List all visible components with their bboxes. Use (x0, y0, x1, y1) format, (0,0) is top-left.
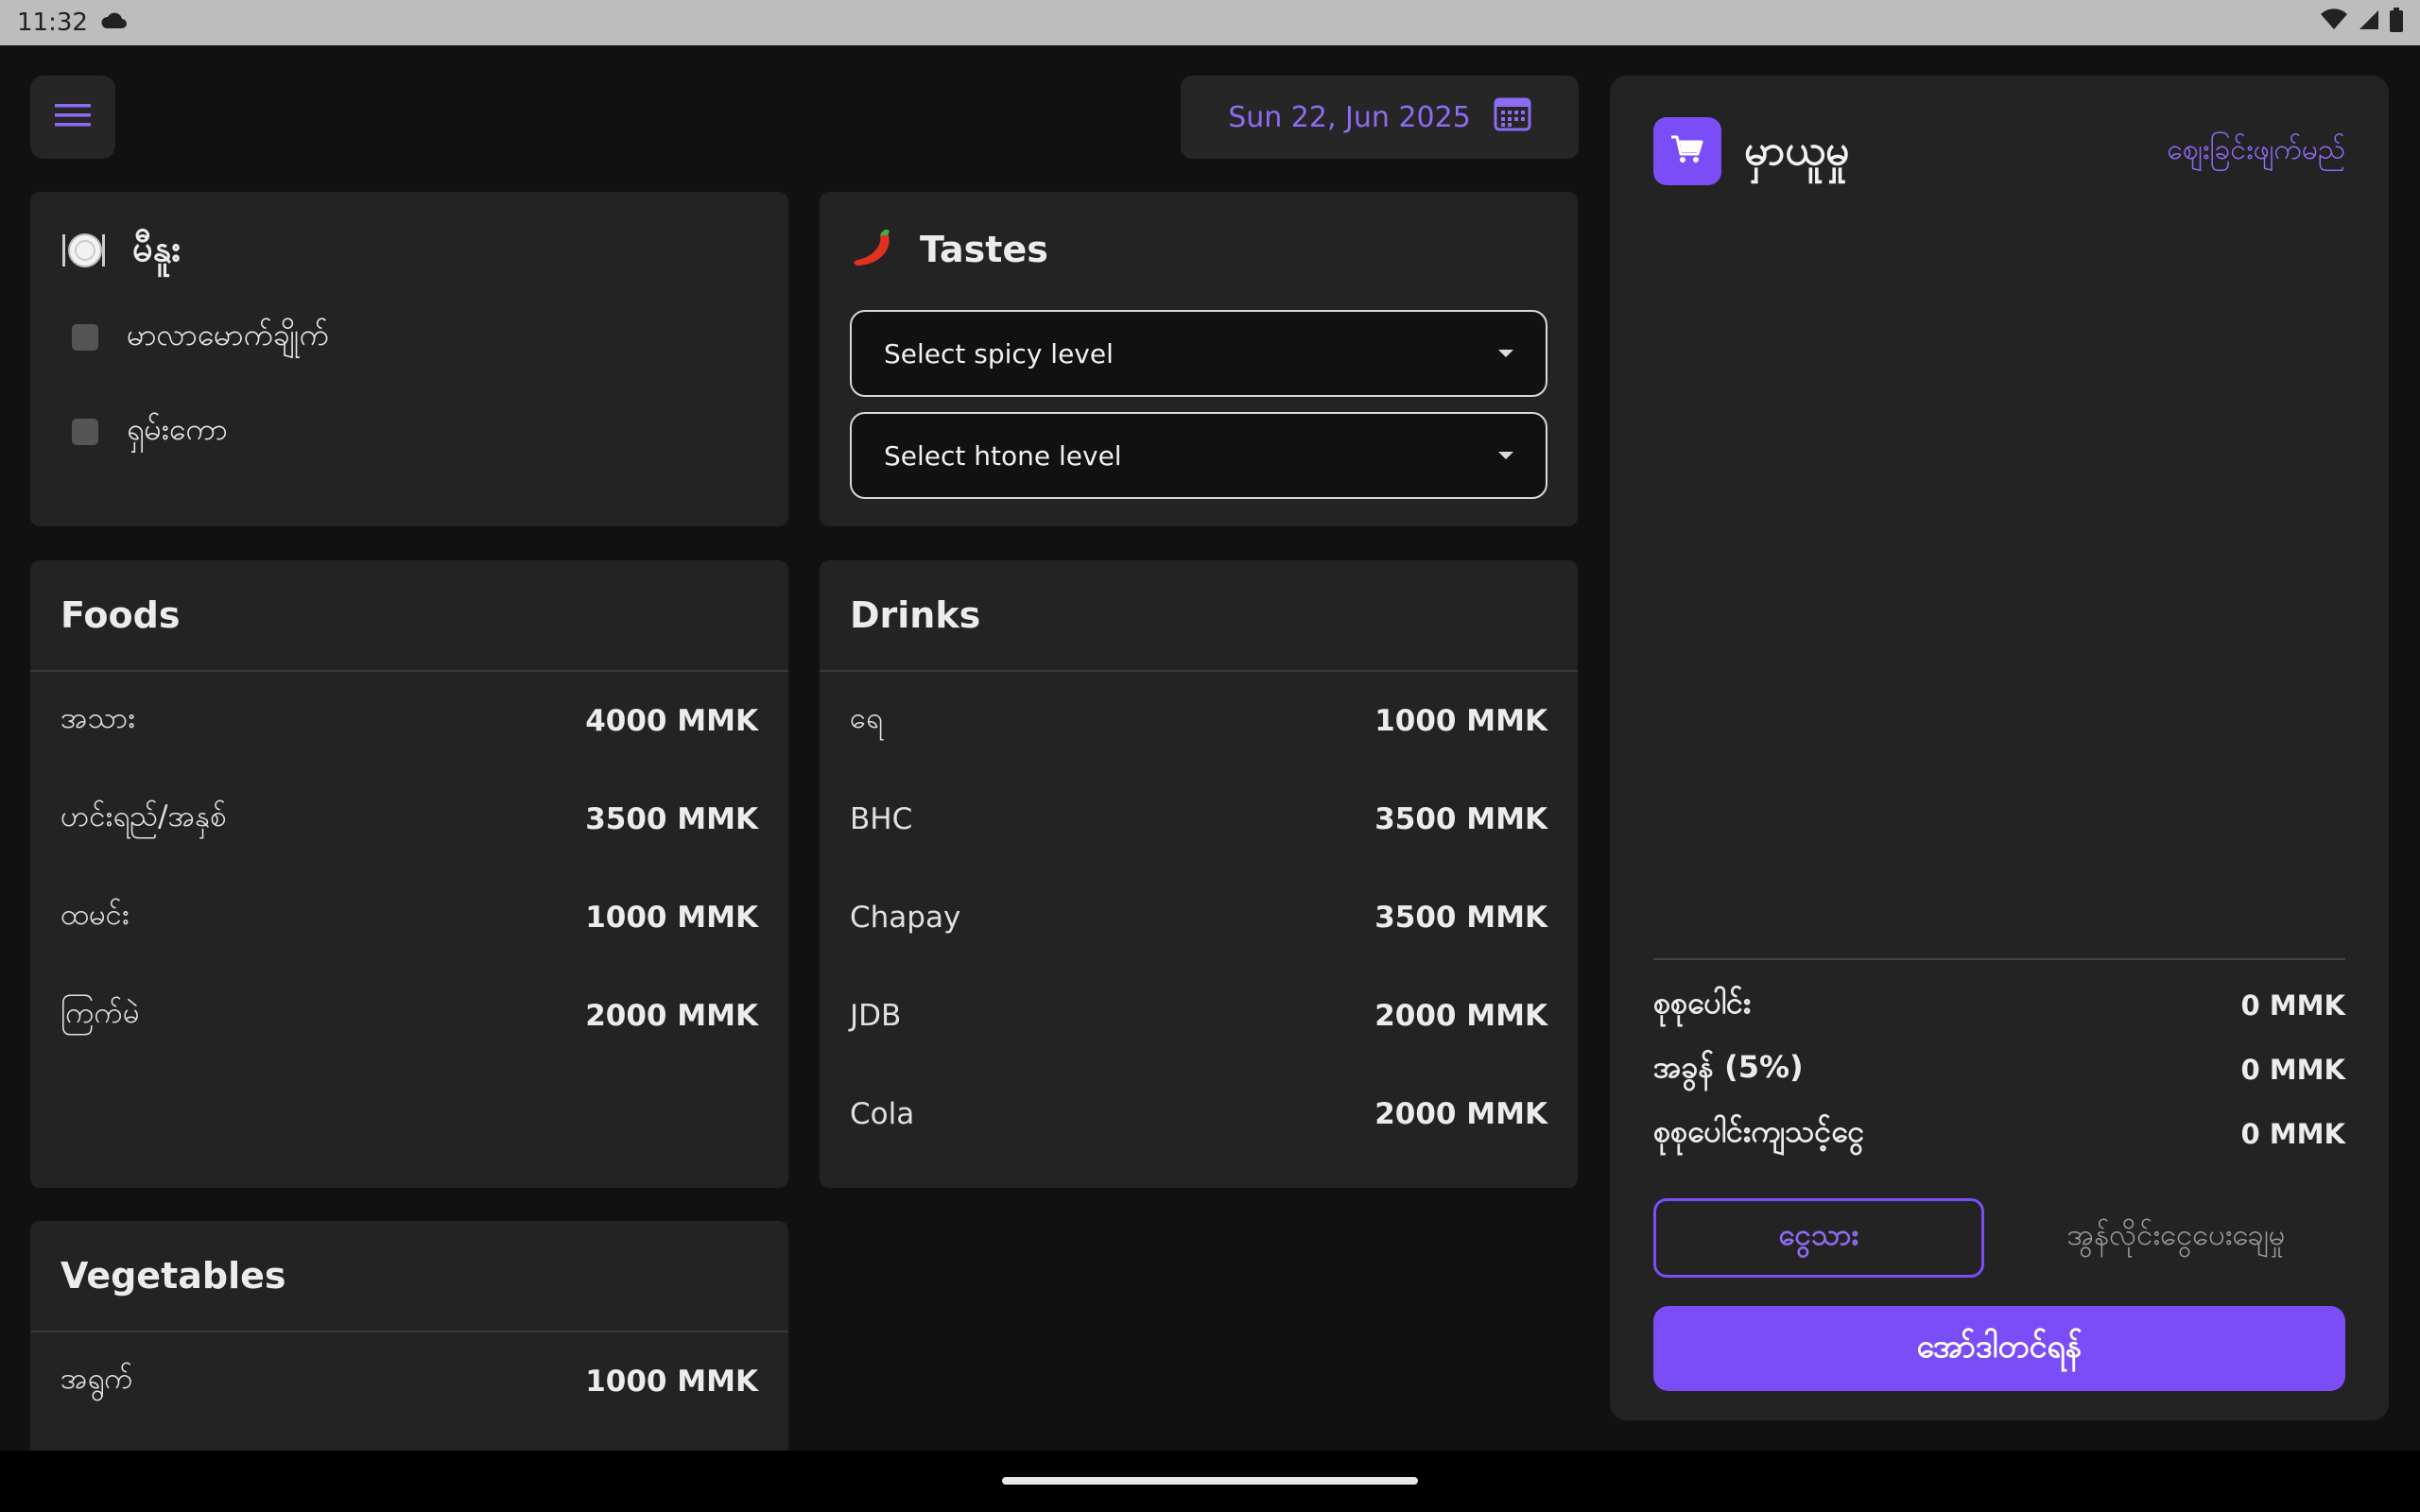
pay-online-tab[interactable]: အွန်လိုင်းငွေပေးချေမှု (2007, 1198, 2345, 1278)
item-price: 3500 MMK (585, 802, 758, 836)
subtotal-value: 0 MMK (2240, 989, 2345, 1022)
signal-icon (2358, 9, 2380, 38)
pay-cash-tab[interactable]: ငွေသား (1653, 1198, 1984, 1278)
item-price: 2000 MMK (1374, 999, 1547, 1033)
total-row: စုစုပေါင်းကျသင့်ငွေ 0 MMK (1653, 1111, 2345, 1157)
item-price: 2000 MMK (585, 999, 758, 1033)
item-name: Chapay (850, 901, 961, 935)
item-price: 3500 MMK (1374, 901, 1547, 935)
item-name: ကြက်မဲ (60, 996, 140, 1030)
battery-icon (2390, 7, 2403, 39)
list-item[interactable]: အသား 4000 MMK (30, 672, 788, 770)
home-gesture-handle[interactable] (1002, 1477, 1418, 1485)
clear-cart-button[interactable]: ဈေးခြင်းဖျက်မည် (2167, 130, 2345, 173)
plate-icon (60, 231, 106, 274)
item-price: 2000 MMK (1374, 1097, 1547, 1131)
cart-icon (1669, 133, 1705, 169)
main-dish-title: မီနူး (132, 228, 181, 269)
cart-title: မှာယူမှု (1744, 127, 1850, 175)
htone-level-select[interactable]: Select htone level (850, 412, 1547, 499)
status-time: 11:32 (17, 9, 88, 37)
tax-label: အခွန် (5%) (1653, 1049, 1804, 1085)
date-label: Sun 22, Jun 2025 (1228, 100, 1471, 134)
list-item[interactable]: ကြက်မဲ 2000 MMK (30, 967, 788, 1065)
list-item[interactable]: ဟင်းရည်/အနှစ် 3500 MMK (30, 770, 788, 868)
cart-panel: မှာယူမှု ဈေးခြင်းဖျက်မည် စုစုပေါင်း 0 MM… (1610, 76, 2389, 1420)
list-item[interactable]: Chapay 3500 MMK (820, 868, 1578, 967)
checkbox[interactable] (72, 419, 98, 445)
subtotal-label: စုစုပေါင်း (1653, 985, 1752, 1021)
spicy-level-placeholder: Select spicy level (884, 337, 1114, 369)
list-item[interactable]: BHC 3500 MMK (820, 770, 1578, 868)
checkbox[interactable] (72, 324, 98, 351)
item-price: 1000 MMK (585, 901, 758, 935)
divider (1653, 958, 2345, 960)
foods-title: Foods (60, 594, 181, 636)
list-item[interactable]: JDB 2000 MMK (820, 967, 1578, 1065)
option-label: မာလာမောက်ချိုက် (127, 317, 329, 352)
tastes-card: Tastes Select spicy level Select htone l… (820, 192, 1578, 526)
item-price: 1000 MMK (585, 1365, 758, 1399)
item-name: JDB (850, 999, 902, 1033)
option-label: ရှမ်းကော (127, 411, 228, 447)
dropdown-caret-icon (1498, 350, 1513, 357)
vegetables-title: Vegetables (60, 1255, 286, 1297)
calendar-icon (1494, 95, 1531, 139)
spicy-level-select[interactable]: Select spicy level (850, 310, 1547, 397)
tastes-title: Tastes (920, 229, 1048, 270)
total-value: 0 MMK (2240, 1118, 2345, 1150)
main-dish-option[interactable]: မာလာမောက်ချိုက် (72, 315, 329, 360)
vegetables-card: Vegetables အရွက် 1000 MMK (30, 1221, 788, 1467)
main-dish-option[interactable]: ရှမ်းကော (72, 409, 228, 455)
item-price: 4000 MMK (585, 704, 758, 738)
date-picker-button[interactable]: Sun 22, Jun 2025 (1181, 76, 1579, 159)
dropdown-caret-icon (1498, 452, 1513, 459)
htone-level-placeholder: Select htone level (884, 439, 1122, 472)
item-name: ရေ (850, 701, 883, 735)
item-name: အသား (60, 701, 136, 735)
cart-icon-badge (1653, 117, 1721, 185)
menu-button[interactable] (30, 76, 115, 159)
foods-header: Foods (30, 560, 788, 672)
drinks-card: Drinks ရေ 1000 MMK BHC 3500 MMK Chapay 3… (820, 560, 1578, 1188)
item-name: ထမင်း (60, 898, 130, 932)
foods-card: Foods အသား 4000 MMK ဟင်းရည်/အနှစ် 3500 M… (30, 560, 788, 1188)
drinks-header: Drinks (820, 560, 1578, 672)
main-dish-card: မီနူး မာလာမောက်ချိုက် ရှမ်းကော (30, 192, 788, 526)
list-item[interactable]: ရေ 1000 MMK (820, 672, 1578, 770)
chili-icon (850, 226, 895, 273)
cloud-icon (99, 9, 128, 37)
vegetables-header: Vegetables (30, 1221, 788, 1332)
menu-icon (55, 102, 91, 132)
tax-value: 0 MMK (2240, 1054, 2345, 1086)
status-bar: 11:32 (0, 0, 2420, 45)
list-item[interactable]: အရွက် 1000 MMK (30, 1332, 788, 1431)
wifi-icon (2320, 8, 2348, 38)
place-order-button[interactable]: အော်ဒါတင်ရန် (1653, 1306, 2345, 1391)
item-price: 1000 MMK (1374, 704, 1547, 738)
item-name: ဟင်းရည်/အနှစ် (60, 799, 227, 833)
drinks-title: Drinks (850, 594, 981, 636)
tax-row: အခွန် (5%) 0 MMK (1653, 1047, 2345, 1092)
list-item[interactable]: Cola 2000 MMK (820, 1065, 1578, 1163)
subtotal-row: စုစုပေါင်း 0 MMK (1653, 983, 2345, 1028)
item-name: BHC (850, 802, 913, 836)
list-item[interactable]: ထမင်း 1000 MMK (30, 868, 788, 967)
total-label: စုစုပေါင်းကျသင့်ငွေ (1653, 1113, 1865, 1149)
item-name: အရွက် (60, 1362, 133, 1396)
item-price: 3500 MMK (1374, 802, 1547, 836)
item-name: Cola (850, 1097, 915, 1131)
